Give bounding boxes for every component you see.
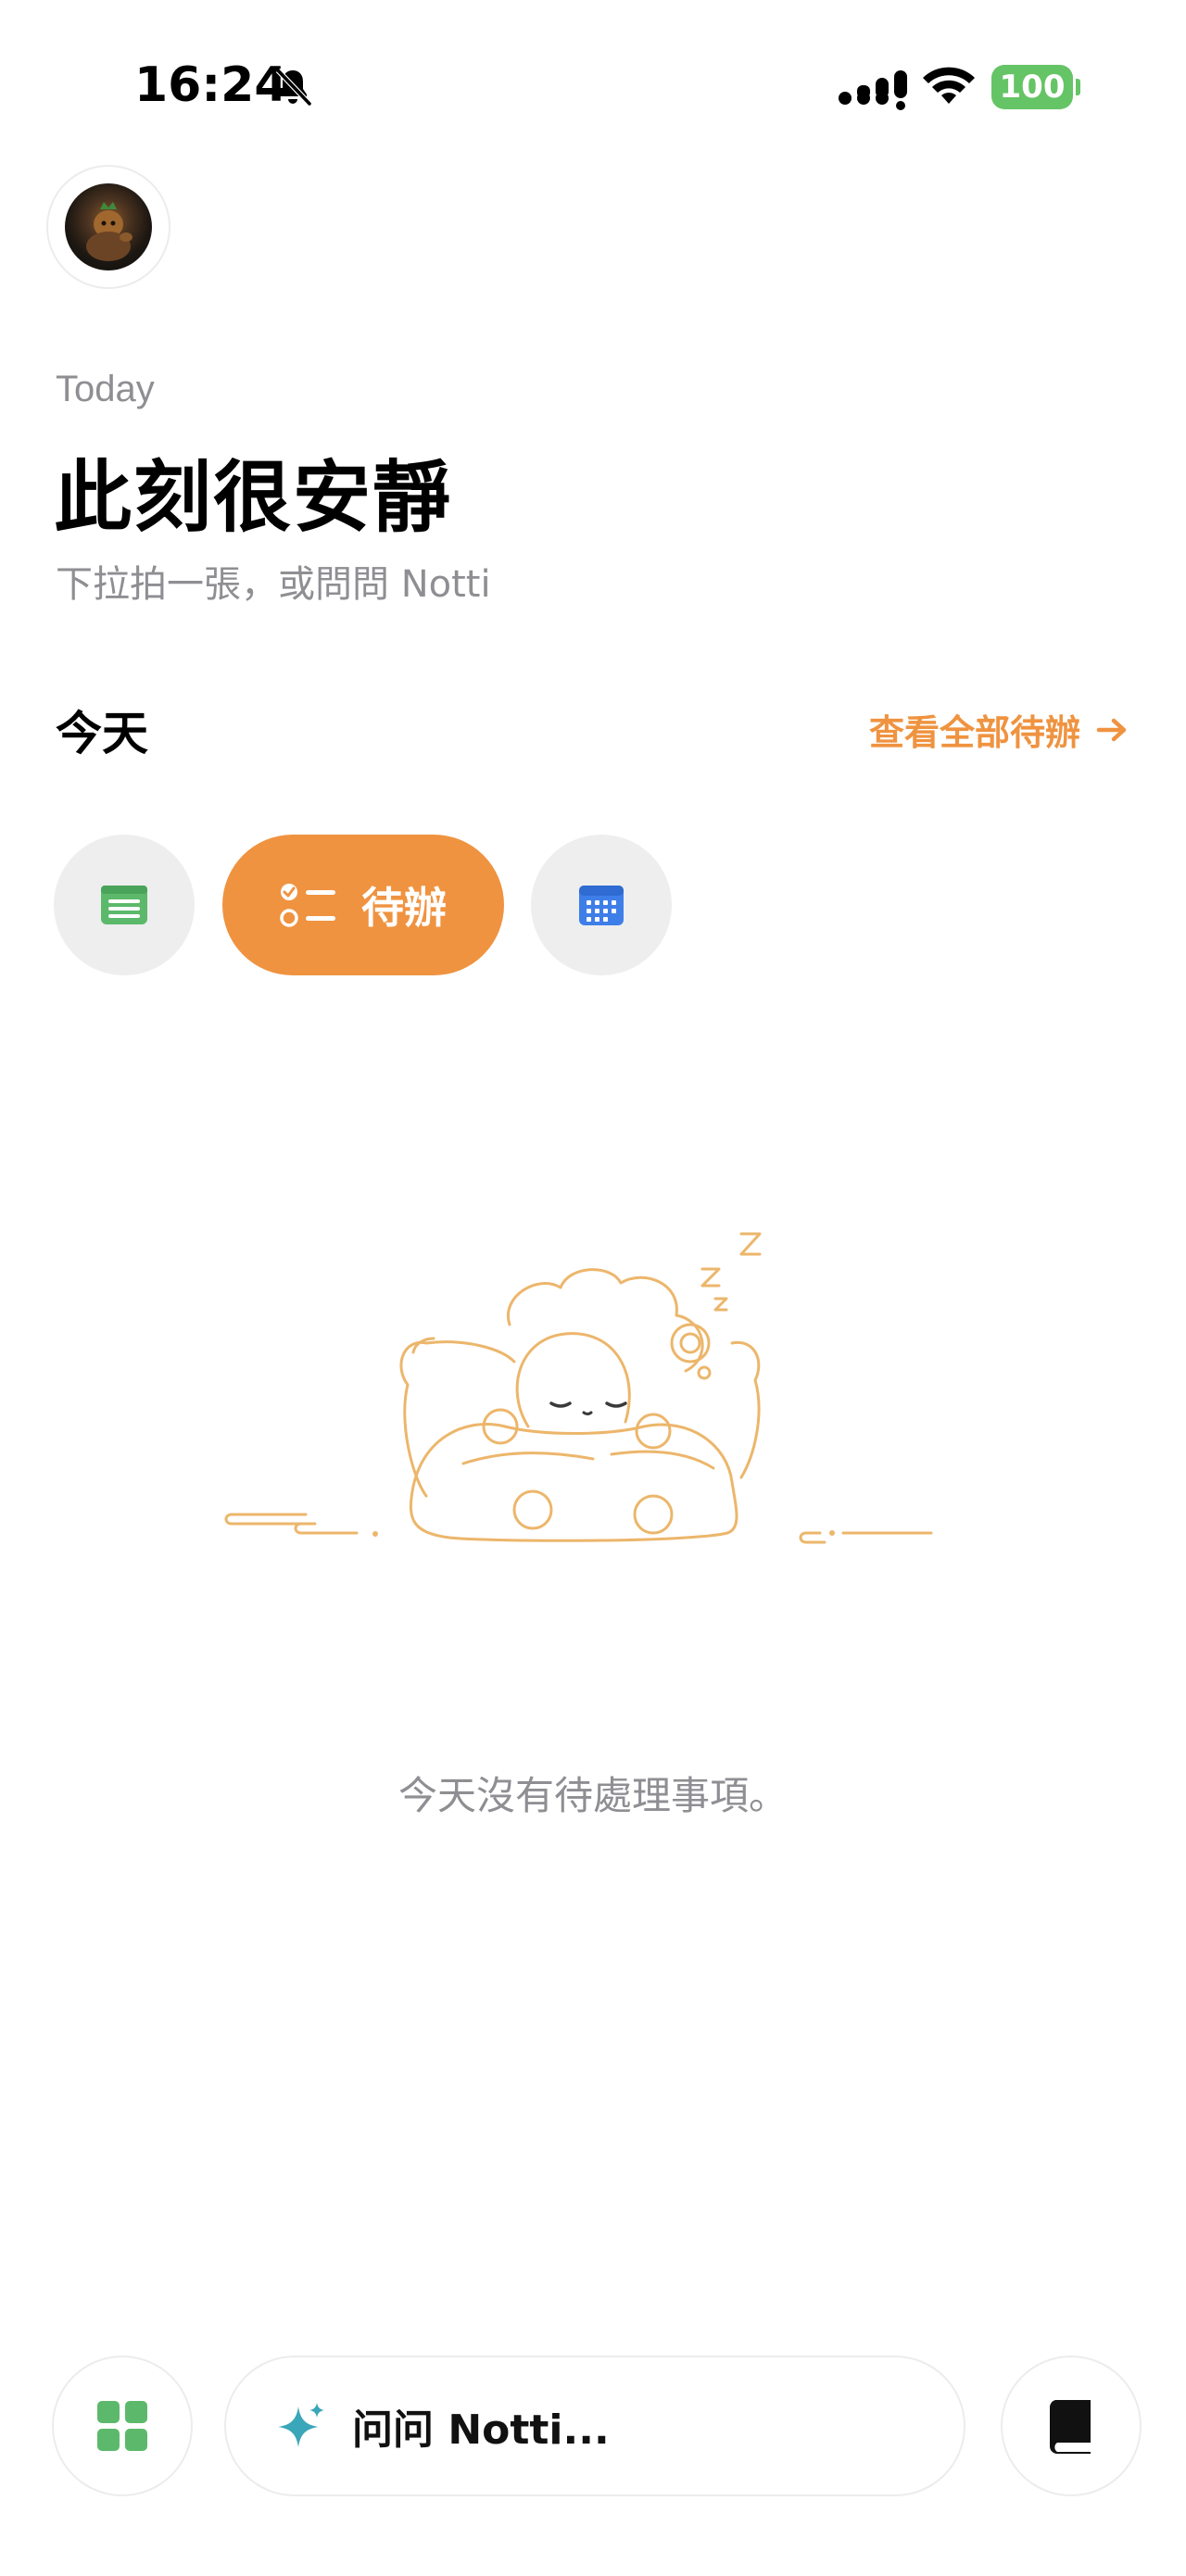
filter-todos-label: 待辦 — [361, 883, 447, 933]
filter-notes-button[interactable] — [54, 835, 195, 975]
avatar-figure — [86, 202, 132, 261]
empty-state-message: 今天沒有待處理事項。 — [397, 1773, 788, 1818]
ask-notti-input[interactable]: 问问 Notti... — [226, 2357, 964, 2494]
book-button[interactable] — [1003, 2357, 1140, 2494]
page-title: 此刻很安靜 — [54, 452, 453, 543]
sleeping-character-illustration — [224, 1232, 933, 1544]
arrow-right-icon — [1096, 718, 1127, 741]
battery-tip — [1076, 79, 1080, 95]
checklist-icon — [280, 884, 335, 927]
filter-todos-button[interactable]: 待辦 — [222, 835, 504, 975]
filter-calendar-button[interactable] — [531, 835, 672, 975]
calendar-icon — [579, 886, 624, 925]
wifi-icon — [923, 67, 975, 104]
battery-level: 100 — [991, 65, 1073, 109]
grid-icon — [97, 2401, 147, 2451]
view-all-label: 查看全部待辦 — [868, 712, 1080, 753]
view-all-todos-link[interactable]: 查看全部待辦 — [869, 704, 1130, 755]
status-bar: 16:24 100 — [0, 0, 1186, 167]
sparkle-icon — [278, 2403, 324, 2447]
bell-slash-icon — [275, 68, 312, 107]
status-time: 16:24 — [134, 57, 288, 113]
battery-icon: 100 — [991, 65, 1080, 109]
section-title-today: 今天 — [56, 707, 148, 760]
date-eyebrow: Today — [56, 369, 155, 409]
avatar[interactable] — [48, 167, 169, 287]
notes-icon — [101, 886, 147, 924]
apps-grid-button[interactable] — [54, 2357, 191, 2494]
book-icon — [1049, 2400, 1091, 2454]
ask-notti-placeholder: 问问 Notti... — [352, 2406, 610, 2454]
avatar-image — [65, 183, 152, 270]
page-subtitle: 下拉拍一張，或問問 Notti — [56, 563, 491, 606]
cellular-signal-icon — [839, 70, 907, 110]
